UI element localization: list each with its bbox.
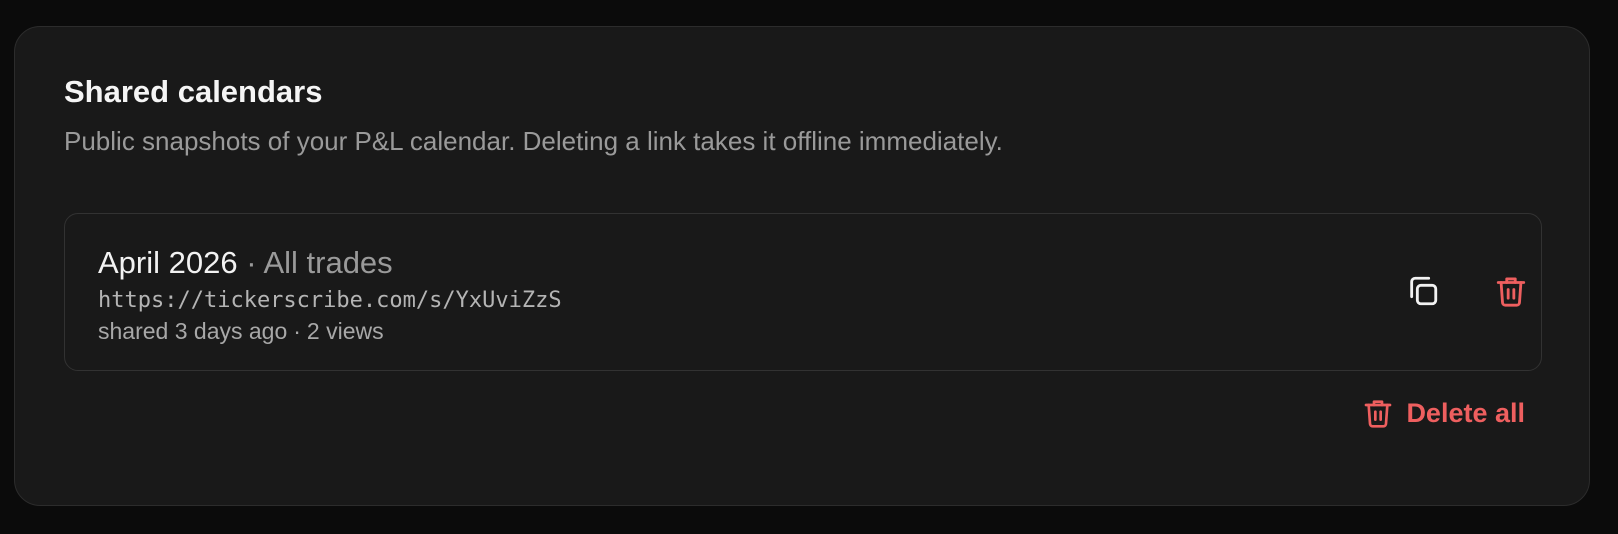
copy-link-button[interactable]	[1398, 266, 1448, 316]
share-url: https://tickerscribe.com/s/YxUviZzS	[98, 288, 562, 313]
trash-icon	[1494, 274, 1528, 308]
share-shared-time: shared 3 days ago	[98, 318, 288, 344]
delete-link-button[interactable]	[1486, 266, 1536, 316]
share-filter: All trades	[263, 245, 393, 280]
share-views: 2 views	[306, 318, 384, 344]
share-meta-separator: ·	[293, 318, 301, 344]
share-link-row: April 2026 · All trades https://tickersc…	[64, 213, 1542, 371]
card-title: Shared calendars	[64, 74, 323, 109]
delete-all-label: Delete all	[1406, 397, 1525, 428]
share-title-separator: ·	[246, 245, 264, 280]
card-description: Public snapshots of your P&L calendar. D…	[64, 126, 1003, 156]
delete-all-button[interactable]: Delete all	[1362, 397, 1525, 429]
copy-icon	[1406, 274, 1440, 308]
shared-calendars-card: Shared calendars Public snapshots of you…	[14, 26, 1590, 506]
share-meta: shared 3 days ago · 2 views	[98, 318, 384, 345]
share-title: April 2026 · All trades	[98, 245, 393, 281]
trash-icon	[1362, 397, 1394, 429]
share-month: April 2026	[98, 245, 238, 280]
